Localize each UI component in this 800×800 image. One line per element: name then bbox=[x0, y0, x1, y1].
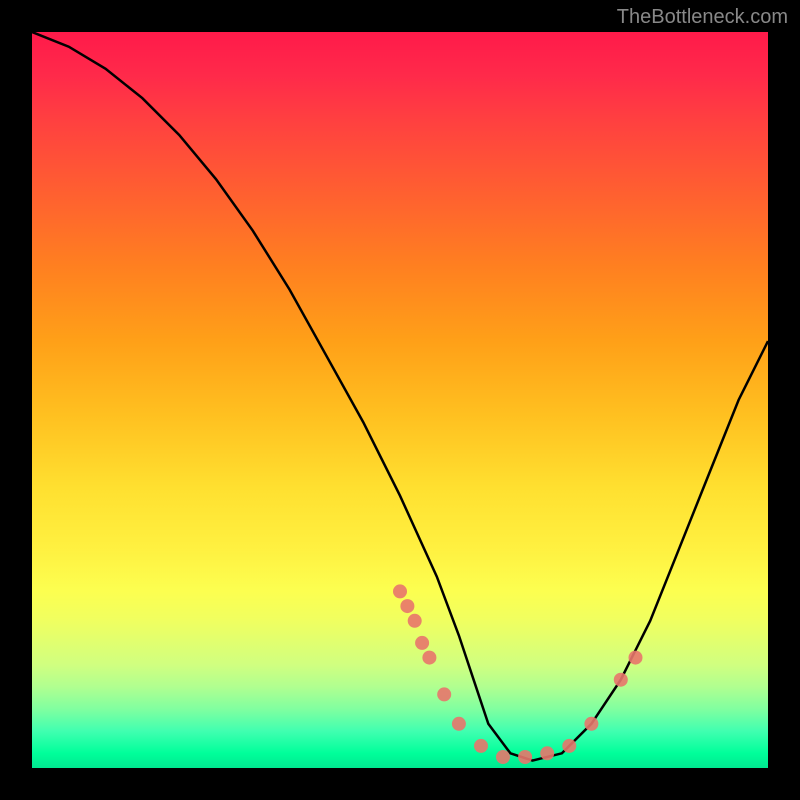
data-point bbox=[437, 687, 451, 701]
curve-line bbox=[32, 32, 768, 761]
chart-svg bbox=[32, 32, 768, 768]
data-point bbox=[614, 673, 628, 687]
data-point bbox=[540, 746, 554, 760]
attribution-text: TheBottleneck.com bbox=[617, 6, 788, 29]
data-point bbox=[518, 750, 532, 764]
plot-area bbox=[32, 32, 768, 768]
data-point bbox=[452, 717, 466, 731]
data-point bbox=[408, 614, 422, 628]
data-point bbox=[400, 599, 414, 613]
data-point bbox=[422, 651, 436, 665]
data-point bbox=[629, 651, 643, 665]
data-point bbox=[393, 584, 407, 598]
data-point bbox=[474, 739, 488, 753]
data-point bbox=[496, 750, 510, 764]
bottleneck-curve bbox=[32, 32, 768, 761]
scatter-points bbox=[393, 584, 643, 764]
data-point bbox=[415, 636, 429, 650]
data-point bbox=[584, 717, 598, 731]
data-point bbox=[562, 739, 576, 753]
